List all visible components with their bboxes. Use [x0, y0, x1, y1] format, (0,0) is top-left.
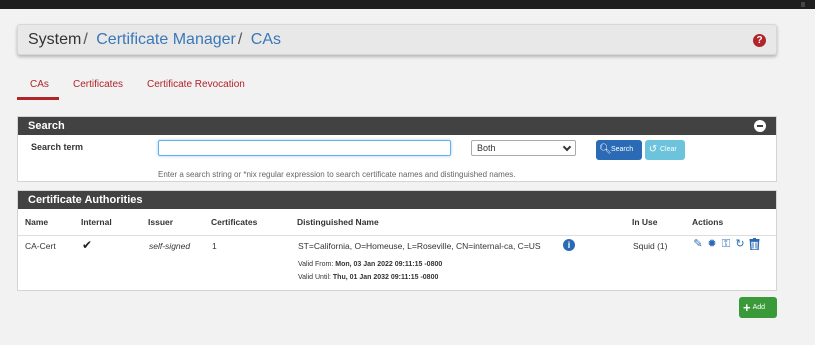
search-panel: Search Search term Both 🔍︎ Search ↺ Clea… — [17, 116, 777, 182]
undo-icon: ↺ — [648, 144, 658, 155]
search-panel-heading: Search — [18, 117, 776, 135]
trash-icon-svg — [749, 238, 759, 251]
tab-cas[interactable]: CAs — [30, 79, 49, 90]
help-icon[interactable]: ? — [753, 34, 766, 47]
breadcrumb-separator: / — [237, 31, 243, 48]
column-header-in-use: In Use — [632, 217, 658, 227]
table-divider — [18, 235, 776, 236]
internal-check-icon: ✔ — [82, 238, 93, 252]
certificate-icon[interactable]: ✹ — [706, 238, 718, 250]
chevron-down-icon — [562, 142, 572, 152]
ca-heading: Certificate Authorities — [28, 194, 143, 206]
search-scope-value: Both — [477, 143, 496, 153]
breadcrumb: System / Certificate Manager / CAs — [28, 31, 281, 49]
active-tab-indicator — [17, 97, 59, 100]
valid-from-value: Mon, 03 Jan 2022 09:11:15 -0800 — [335, 261, 443, 268]
breadcrumb-panel: System / Certificate Manager / CAs ? — [17, 24, 777, 55]
ca-name: CA-Cert — [25, 241, 56, 251]
search-scope-select[interactable]: Both — [471, 140, 576, 156]
certificate-authorities-panel: Certificate Authorities Name Internal Is… — [17, 190, 777, 291]
key-icon[interactable]: ⚿ — [720, 238, 732, 250]
ca-issuer: self-signed — [149, 241, 191, 251]
column-header-certificates: Certificates — [211, 217, 258, 227]
column-header-name: Name — [25, 217, 49, 227]
column-header-distinguished-name: Distinguished Name — [297, 217, 379, 227]
add-button-label: Add — [752, 304, 766, 311]
search-button[interactable]: 🔍︎ Search — [596, 140, 642, 160]
search-term-label: Search term — [31, 142, 84, 152]
search-button-label: Search — [610, 146, 634, 153]
pencil-icon[interactable]: ✎ — [692, 238, 704, 250]
add-button[interactable]: + Add — [739, 297, 777, 318]
column-header-actions: Actions — [692, 217, 724, 227]
tab-certificates[interactable]: Certificates — [73, 79, 123, 90]
top-bar — [0, 0, 815, 9]
search-help-text: Enter a search string or *nix regular ex… — [158, 170, 516, 179]
clear-button-label: Clear — [659, 146, 677, 153]
breadcrumb-cas[interactable]: CAs — [251, 31, 281, 48]
collapse-icon[interactable] — [754, 120, 766, 132]
trash-icon[interactable] — [748, 238, 760, 251]
clear-button[interactable]: ↺ Clear — [645, 140, 685, 160]
valid-until: Valid Until: Thu, 01 Jan 2032 09:11:15 -… — [298, 274, 438, 281]
column-header-issuer: Issuer — [148, 217, 174, 227]
valid-until-label: Valid Until: — [298, 274, 331, 281]
valid-from: Valid From: Mon, 03 Jan 2022 09:11:15 -0… — [298, 261, 442, 268]
refresh-icon[interactable]: ↻ — [734, 238, 746, 250]
scrollbar[interactable] — [801, 2, 805, 7]
valid-from-label: Valid From: — [298, 261, 334, 268]
column-header-internal: Internal — [81, 217, 112, 227]
magnifier-icon: 🔍︎ — [599, 144, 612, 155]
info-icon[interactable]: i — [563, 239, 575, 251]
breadcrumb-separator: / — [83, 31, 88, 48]
breadcrumb-system: System — [28, 31, 82, 48]
ca-distinguished-name: ST=California, O=Homeuse, L=Roseville, C… — [298, 241, 541, 251]
valid-until-value: Thu, 01 Jan 2032 09:11:15 -0800 — [332, 274, 439, 281]
plus-icon: + — [743, 300, 751, 315]
tab-certificate-revocation[interactable]: Certificate Revocation — [147, 79, 245, 90]
tab-bar: CAs Certificates Certificate Revocation — [17, 76, 777, 101]
ca-in-use: Squid (1) — [633, 241, 668, 251]
search-heading: Search — [28, 120, 65, 132]
ca-certificates-count: 1 — [212, 241, 217, 251]
ca-panel-heading: Certificate Authorities — [18, 191, 776, 209]
search-input[interactable] — [158, 140, 451, 156]
breadcrumb-certificate-manager[interactable]: Certificate Manager — [96, 31, 236, 48]
